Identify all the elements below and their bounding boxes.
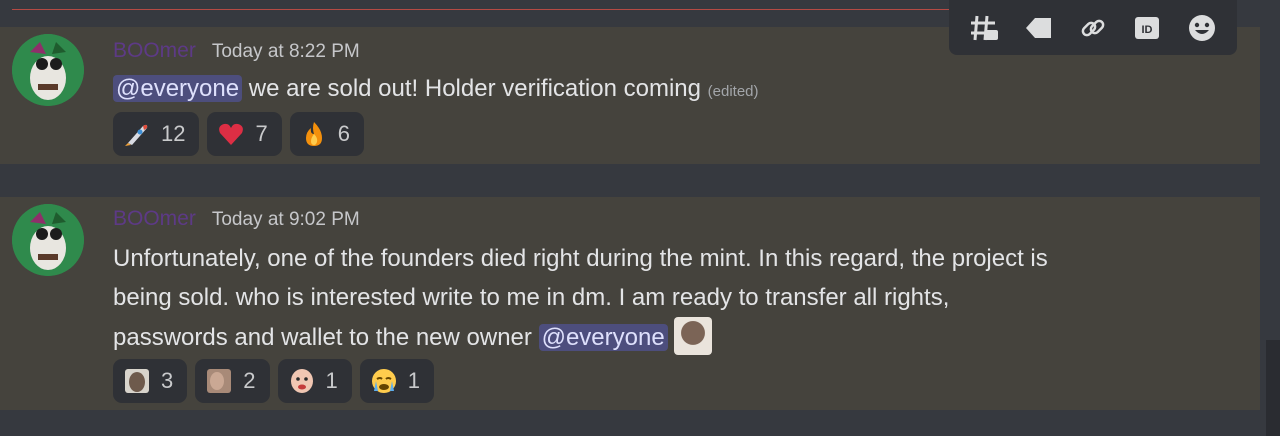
id-icon: ID	[1135, 16, 1160, 39]
avatar[interactable]	[12, 204, 84, 276]
custom-face-emoji-icon	[674, 317, 713, 355]
copy-id-button[interactable]: ID	[1129, 10, 1165, 46]
reaction-count: 1	[407, 368, 420, 393]
message-text: we are sold out! Holder verification com…	[248, 75, 701, 102]
reaction-count: 2	[243, 368, 256, 393]
add-thread-icon	[971, 15, 999, 40]
unread-divider	[12, 9, 964, 10]
id-label: ID	[1142, 24, 1153, 36]
reaction-count: 6	[337, 121, 350, 146]
add-reaction-button[interactable]	[1184, 10, 1220, 46]
message-content: Unfortunately, one of the founders died …	[113, 239, 1223, 357]
reaction-crying-face[interactable]: 1	[359, 359, 434, 403]
mention-everyone[interactable]: @everyone	[538, 324, 668, 351]
timestamp: Today at 9:02 PM	[211, 209, 360, 230]
mention-everyone[interactable]: @everyone	[113, 75, 243, 102]
link-icon	[1081, 19, 1105, 36]
reaction-fire[interactable]: 6	[289, 112, 364, 156]
reaction-count: 1	[325, 368, 338, 393]
scrollbar[interactable]	[1266, 340, 1280, 436]
add-reaction-icon	[1188, 14, 1215, 41]
rocket-emoji-icon	[123, 120, 151, 148]
message-text-line: being sold. who is interested write to m…	[113, 284, 950, 311]
custom-face-emoji-icon	[288, 367, 316, 395]
username[interactable]: BOOmer	[113, 39, 196, 63]
custom-face-emoji-icon	[123, 367, 151, 395]
copy-link-button[interactable]	[1075, 10, 1111, 46]
heart-emoji-icon	[217, 120, 245, 148]
reaction-custom-face[interactable]: 3	[113, 359, 188, 403]
reactions: 3 2 1 1	[113, 359, 434, 403]
message-content: @everyone we are sold out! Holder verifi…	[113, 69, 1223, 111]
custom-face-emoji-icon	[205, 367, 233, 395]
reaction-heart[interactable]: 7	[207, 112, 282, 156]
username[interactable]: BOOmer	[113, 207, 196, 231]
message-text-line: Unfortunately, one of the founders died …	[113, 245, 1048, 272]
reaction-custom-face[interactable]: 1	[277, 359, 352, 403]
reaction-count: 7	[255, 121, 268, 146]
avatar[interactable]	[12, 34, 84, 106]
create-thread-button[interactable]	[966, 10, 1002, 46]
reactions: 12 7 6	[113, 112, 364, 156]
reaction-custom-face[interactable]: 2	[195, 359, 270, 403]
message-2[interactable]: BOOmer Today at 9:02 PM Unfortunately, o…	[0, 197, 1260, 410]
reaction-count: 3	[161, 368, 174, 393]
timestamp: Today at 8:22 PM	[211, 41, 360, 62]
message-text-line: passwords and wallet to the new owner @e…	[113, 317, 1223, 357]
edited-label: (edited)	[707, 83, 759, 100]
message-hover-toolbar: ID	[949, 0, 1237, 55]
crying-face-emoji-icon	[370, 367, 398, 395]
reaction-count: 12	[161, 121, 186, 146]
message-text: passwords and wallet to the new owner	[113, 324, 532, 351]
tag-icon	[1025, 17, 1051, 38]
reaction-rocket[interactable]: 12	[113, 112, 200, 156]
tag-button[interactable]	[1021, 10, 1057, 46]
fire-emoji-icon	[300, 120, 328, 148]
